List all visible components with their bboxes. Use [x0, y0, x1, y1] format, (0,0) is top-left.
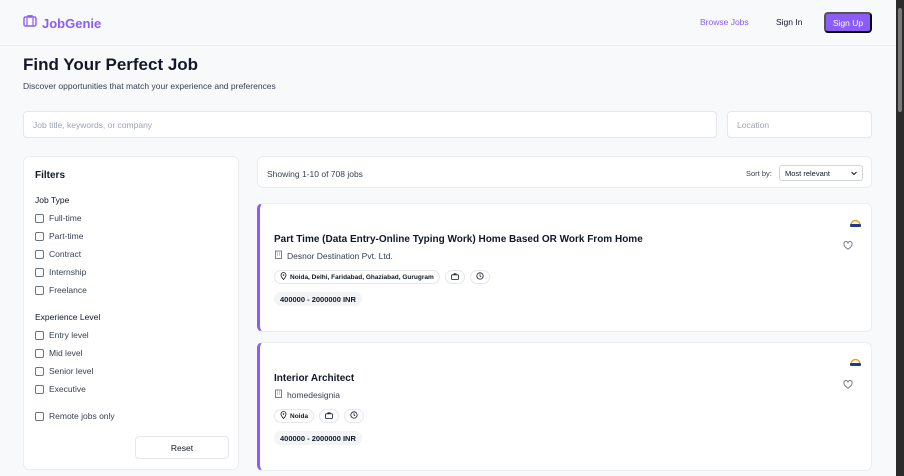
brand-logo[interactable]: JobGenie: [23, 14, 101, 32]
company-name: homedesignia: [287, 389, 340, 400]
checkbox[interactable]: [35, 267, 44, 277]
filter-label: Executive: [49, 384, 86, 394]
experience-heading: Experience Level: [35, 312, 101, 322]
heart-icon[interactable]: [843, 237, 853, 255]
clock-icon: [350, 411, 358, 421]
sort-label: Sort by:: [746, 169, 772, 178]
filter-entry-level[interactable]: Entry level: [35, 330, 89, 340]
filter-full-time[interactable]: Full-time: [35, 213, 82, 223]
job-company: Desnor Destination Pvt. Ltd.: [274, 250, 393, 261]
map-pin-icon: [280, 411, 287, 421]
checkbox[interactable]: [35, 366, 44, 376]
search-input[interactable]: Job title, keywords, or company: [23, 111, 717, 138]
filters-title: Filters: [35, 170, 66, 181]
sign-in-link[interactable]: Sign In: [776, 17, 802, 27]
location-tag: Noida: [274, 409, 315, 423]
checkbox[interactable]: [35, 384, 44, 394]
posted-time-tag: [344, 409, 365, 423]
job-card[interactable]: Part Time (Data Entry-Online Typing Work…: [257, 203, 872, 332]
window-scrollbar[interactable]: [896, 0, 904, 476]
briefcase-icon: [450, 272, 459, 282]
filter-freelance[interactable]: Freelance: [35, 285, 87, 295]
filter-label: Senior level: [49, 366, 94, 376]
map-pin-icon: [280, 272, 287, 282]
brand-name: JobGenie: [42, 15, 102, 31]
job-type-heading: Job Type: [35, 195, 70, 205]
filter-label: Remote jobs only: [49, 411, 115, 421]
filter-internship[interactable]: Internship: [35, 267, 86, 277]
checkbox[interactable]: [35, 348, 44, 358]
posted-time-tag: [469, 270, 490, 284]
checkbox[interactable]: [35, 411, 44, 421]
page-title: Find Your Perfect Job: [23, 55, 199, 74]
salary-badge: 400000 - 2000000 INR: [274, 292, 362, 306]
filter-label: Entry level: [49, 330, 89, 340]
browse-jobs-link[interactable]: Browse Jobs: [700, 17, 749, 27]
filter-label: Mid level: [49, 348, 83, 358]
job-tags: Noida, Delhi, Faridabad, Ghaziabad, Guru…: [274, 270, 490, 284]
filter-mid-level[interactable]: Mid level: [35, 348, 83, 358]
filter-label: Internship: [49, 267, 87, 277]
filters-panel: Filters Job Type Full-time Part-time Con…: [23, 156, 239, 470]
filter-label: Full-time: [49, 213, 82, 223]
location-input[interactable]: Location: [727, 111, 872, 138]
sort-select[interactable]: Most relevant: [779, 165, 863, 181]
job-title[interactable]: Part Time (Data Entry-Online Typing Work…: [274, 234, 643, 245]
job-type-tag: [319, 409, 340, 423]
job-type-tag: [444, 270, 465, 284]
company-logo-icon: [849, 354, 862, 366]
checkbox[interactable]: [35, 231, 44, 241]
checkbox[interactable]: [35, 213, 44, 223]
checkbox[interactable]: [35, 285, 44, 295]
job-title[interactable]: Interior Architect: [274, 373, 354, 384]
checkbox[interactable]: [35, 249, 44, 259]
scrollbar-thumb[interactable]: [898, 8, 902, 112]
location-text: Noida: [290, 412, 309, 420]
heart-icon[interactable]: [843, 376, 853, 394]
filter-executive[interactable]: Executive: [35, 384, 86, 394]
sign-up-button[interactable]: Sign Up: [824, 12, 872, 33]
filter-remote-only[interactable]: Remote jobs only: [35, 411, 115, 421]
building-icon: [274, 250, 283, 261]
checkbox[interactable]: [35, 330, 44, 340]
page-subtitle: Discover opportunities that match your e…: [23, 81, 276, 91]
salary-badge: 400000 - 2000000 INR: [274, 431, 362, 445]
job-card[interactable]: Interior Architect homedesignia Noida 40…: [257, 342, 872, 471]
company-name: Desnor Destination Pvt. Ltd.: [287, 250, 393, 261]
briefcase-icon: [325, 411, 333, 421]
filter-label: Part-time: [49, 231, 84, 241]
filter-label: Freelance: [49, 285, 87, 295]
sort-value: Most relevant: [785, 168, 831, 178]
filter-senior-level[interactable]: Senior level: [35, 366, 93, 376]
clock-icon: [476, 272, 484, 282]
reset-button[interactable]: Reset: [135, 436, 229, 459]
results-toolbar: Showing 1-10 of 708 jobs Sort by: Most r…: [257, 156, 872, 188]
job-company: homedesignia: [274, 389, 340, 400]
job-tags: Noida: [274, 409, 365, 423]
briefcase-icon: [23, 14, 37, 32]
location-text: Noida, Delhi, Faridabad, Ghaziabad, Guru…: [290, 273, 434, 281]
chevron-down-icon: [850, 169, 858, 179]
results-count: Showing 1-10 of 708 jobs: [267, 169, 363, 179]
filter-contract[interactable]: Contract: [35, 249, 81, 259]
location-tag: Noida, Delhi, Faridabad, Ghaziabad, Guru…: [274, 270, 440, 284]
filter-part-time[interactable]: Part-time: [35, 231, 83, 241]
building-icon: [274, 389, 283, 400]
filter-label: Contract: [49, 249, 82, 259]
company-logo-icon: [849, 215, 862, 227]
top-nav: JobGenie Browse Jobs Sign In Sign Up: [0, 0, 896, 46]
